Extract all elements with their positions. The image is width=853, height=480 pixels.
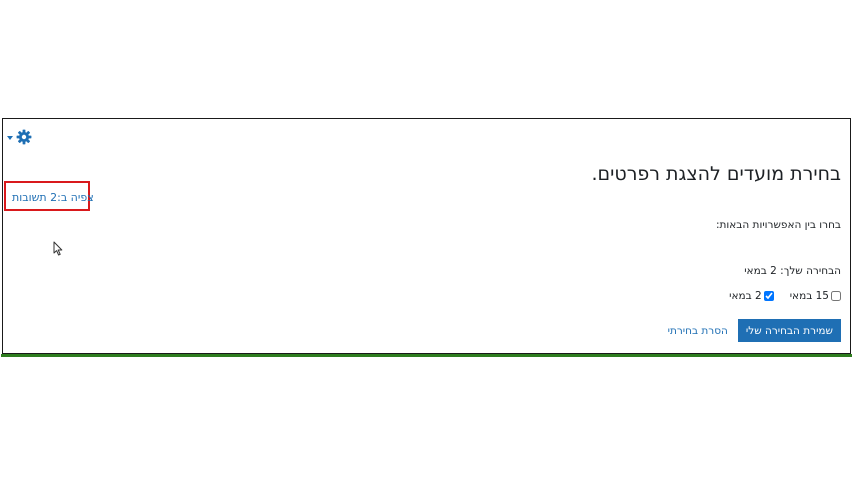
choice-options: 2 במאי 15 במאי xyxy=(729,290,841,302)
caret-down-icon xyxy=(7,136,13,140)
option-may-2-checkbox[interactable] xyxy=(763,291,774,301)
option-may-15[interactable]: 15 במאי xyxy=(790,290,841,302)
bottom-divider xyxy=(1,354,852,357)
instructions-text: בחרו בין האפשרויות הבאות: xyxy=(715,219,841,231)
remove-choice-link[interactable]: הסרת בחירתי xyxy=(668,325,728,337)
form-actions: שמירת הבחירה שלי הסרת בחירתי xyxy=(668,319,841,342)
option-label: 15 במאי xyxy=(789,290,829,302)
current-choice-text: הבחירה שלך: 2 במאי xyxy=(744,265,841,277)
option-may-15-checkbox[interactable] xyxy=(831,291,841,301)
choice-activity-panel: בחירת מועדים להצגת רפרטים. צפיה ב:2 תשוב… xyxy=(2,118,851,354)
view-responses-link[interactable]: צפיה ב:2 תשובות xyxy=(12,191,94,204)
gear-icon xyxy=(16,129,32,145)
mouse-cursor-icon xyxy=(53,241,63,260)
option-label: 2 במאי xyxy=(729,290,762,302)
page-title: בחירת מועדים להצגת רפרטים. xyxy=(591,163,841,185)
option-may-2[interactable]: 2 במאי xyxy=(729,290,774,302)
save-choice-button[interactable]: שמירת הבחירה שלי xyxy=(737,319,841,342)
settings-menu-button[interactable] xyxy=(7,129,32,145)
